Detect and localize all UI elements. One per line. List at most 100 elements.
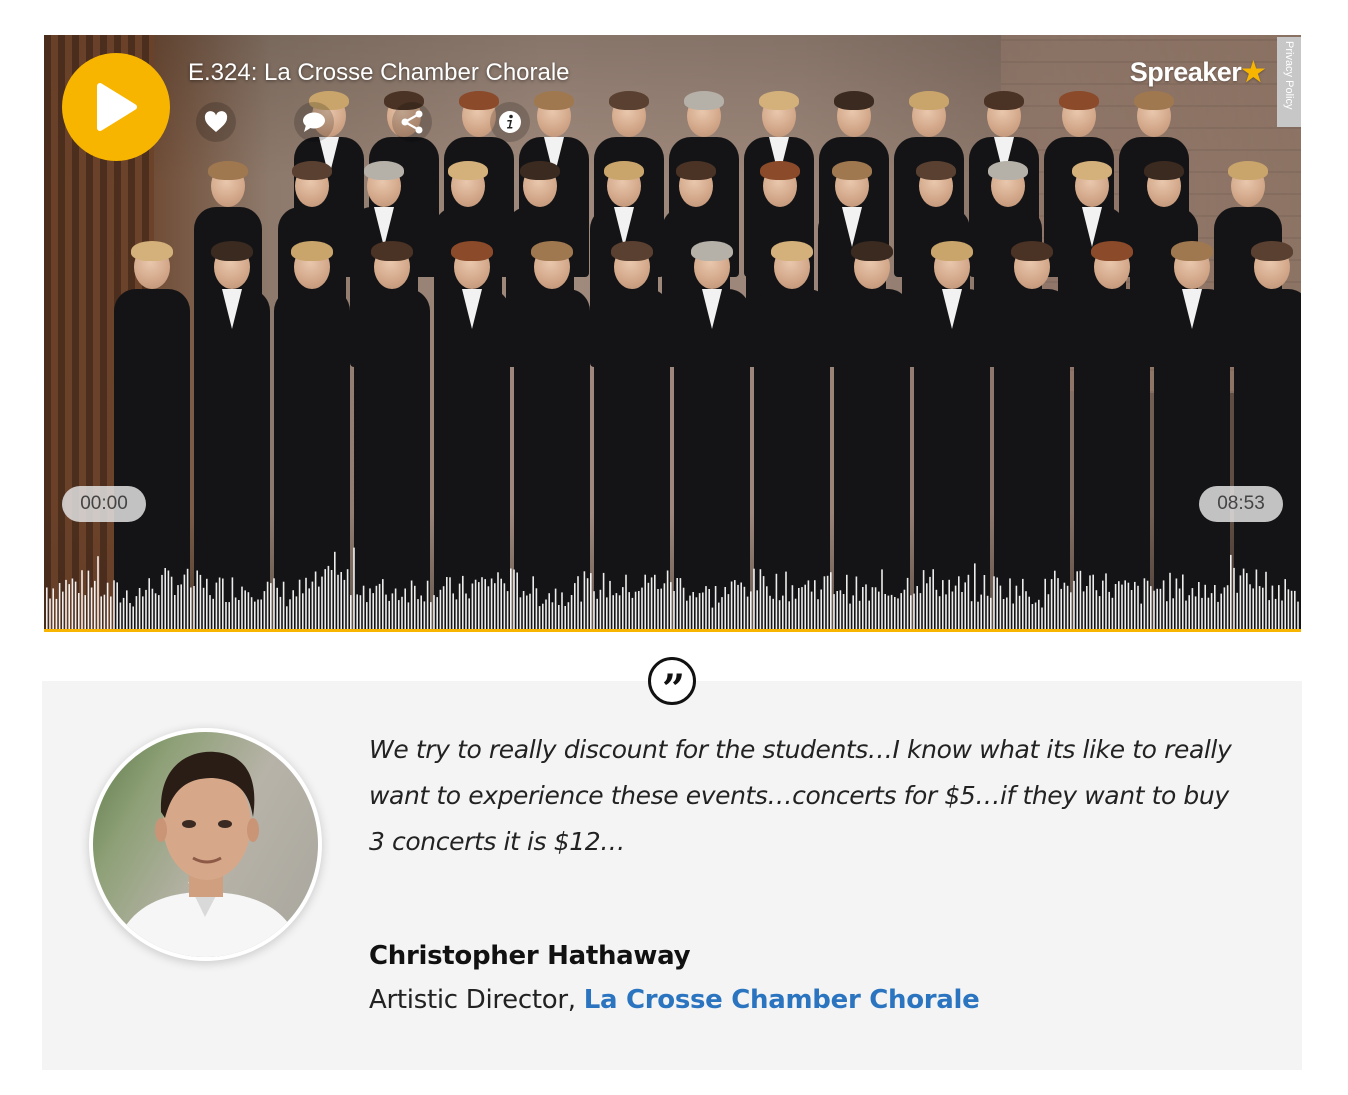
waveform-bar <box>942 580 944 629</box>
waveform-bar <box>954 585 957 629</box>
waveform-bar <box>113 580 115 629</box>
comment-button[interactable] <box>294 102 334 142</box>
waveform-bar <box>868 600 870 629</box>
waveform-bar <box>618 595 621 629</box>
waveform-bar <box>1143 578 1146 629</box>
waveform-bar <box>1204 584 1206 629</box>
play-button[interactable] <box>62 53 170 161</box>
waveform-bar <box>199 574 202 629</box>
waveform-bar <box>1118 581 1120 629</box>
waveform-bar <box>884 594 886 629</box>
waveform-bar <box>1246 573 1248 629</box>
waveform-bar <box>961 592 963 629</box>
waveform-bar <box>154 593 157 629</box>
waveform-bar <box>1278 585 1280 629</box>
waveform-bar <box>910 595 912 629</box>
waveform-bar <box>474 579 477 629</box>
waveform-bar <box>244 590 246 629</box>
waveform-bar <box>846 574 848 629</box>
waveform-bar <box>644 574 646 629</box>
waveform-bar <box>897 598 899 629</box>
waveform-bar <box>212 598 214 629</box>
waveform-bar <box>490 578 493 629</box>
share-button[interactable] <box>392 102 432 142</box>
waveform-bar <box>574 583 576 629</box>
waveform-bar <box>446 577 448 629</box>
waveform-bar <box>567 602 570 629</box>
waveform-bar <box>81 570 83 629</box>
waveform-bar <box>1239 575 1242 629</box>
waveform-bar <box>551 602 554 629</box>
waveform-bar <box>1214 585 1216 629</box>
waveform-bar <box>1217 601 1219 629</box>
episode-title[interactable]: E.324: La Crosse Chamber Chorale <box>188 59 570 87</box>
waveform-bar <box>385 594 387 629</box>
waveform-bar <box>455 599 458 629</box>
waveform-bar <box>977 601 979 629</box>
waveform-bar <box>1207 597 1210 629</box>
author-name: Christopher Hathaway <box>369 941 691 971</box>
waveform-bar <box>362 585 365 629</box>
waveform-bar <box>356 594 358 629</box>
waveform-bar <box>702 592 704 629</box>
waveform-bar <box>247 592 250 629</box>
waveform-bar <box>378 583 381 629</box>
waveform-bar <box>62 591 64 629</box>
waveform-bar <box>49 598 51 629</box>
privacy-policy-link[interactable]: Privacy Policy <box>1277 37 1301 127</box>
waveform-bar <box>410 580 413 629</box>
waveform-bar <box>87 570 90 629</box>
spreaker-logo[interactable]: Spreaker★ <box>1129 57 1266 88</box>
waveform-bar <box>68 584 70 629</box>
waveform-bar <box>151 588 154 629</box>
waveform-bar <box>202 587 205 629</box>
waveform-bar <box>1009 578 1011 629</box>
play-icon <box>97 83 137 131</box>
like-button[interactable] <box>196 102 236 142</box>
waveform-bar <box>148 578 150 629</box>
waveform-bar <box>535 588 538 629</box>
brand-name: Spreaker <box>1129 57 1242 87</box>
waveform-bar <box>564 606 566 629</box>
waveform-bar <box>1198 582 1200 629</box>
waveform-bar <box>990 597 992 629</box>
waveform-bar <box>852 595 854 629</box>
waveform-bar <box>606 597 608 629</box>
waveform-bar <box>836 591 838 629</box>
waveform-bar <box>458 583 461 629</box>
waveform-bar <box>414 585 416 629</box>
waveform-bar <box>1121 584 1123 629</box>
waveform-bar <box>308 588 310 629</box>
waveform-bar <box>506 591 509 629</box>
waveform-bar <box>974 563 976 629</box>
waveform-bar <box>167 570 170 629</box>
waveform-bar <box>1034 602 1037 629</box>
waveform-bar <box>580 601 582 629</box>
waveform-bar <box>382 579 384 629</box>
organization-link[interactable]: La Crosse Chamber Chorale <box>584 985 980 1015</box>
waveform-bar <box>593 591 595 629</box>
waveform-bar <box>1140 603 1142 629</box>
waveform-bar <box>657 589 659 629</box>
info-button[interactable] <box>490 102 530 142</box>
waveform-bar <box>263 591 266 629</box>
audio-waveform[interactable] <box>44 529 1301 629</box>
waveform-bar <box>935 589 938 629</box>
waveform-bar <box>750 591 752 629</box>
progress-track[interactable] <box>44 629 1301 632</box>
waveform-bar <box>609 580 611 629</box>
waveform-bar <box>1031 604 1034 629</box>
waveform-bar <box>1159 588 1162 629</box>
waveform-bar <box>138 588 141 629</box>
waveform-bar <box>337 574 339 629</box>
waveform-bar <box>84 595 86 629</box>
waveform-bar <box>769 595 771 629</box>
waveform-bar <box>986 595 989 629</box>
waveform-bar <box>330 570 333 629</box>
waveform-bar <box>641 587 643 629</box>
waveform-bar <box>724 587 726 629</box>
waveform-bar <box>1022 578 1024 629</box>
waveform-bar <box>746 596 749 629</box>
waveform-bar <box>1185 600 1187 629</box>
comment-icon <box>303 112 325 132</box>
